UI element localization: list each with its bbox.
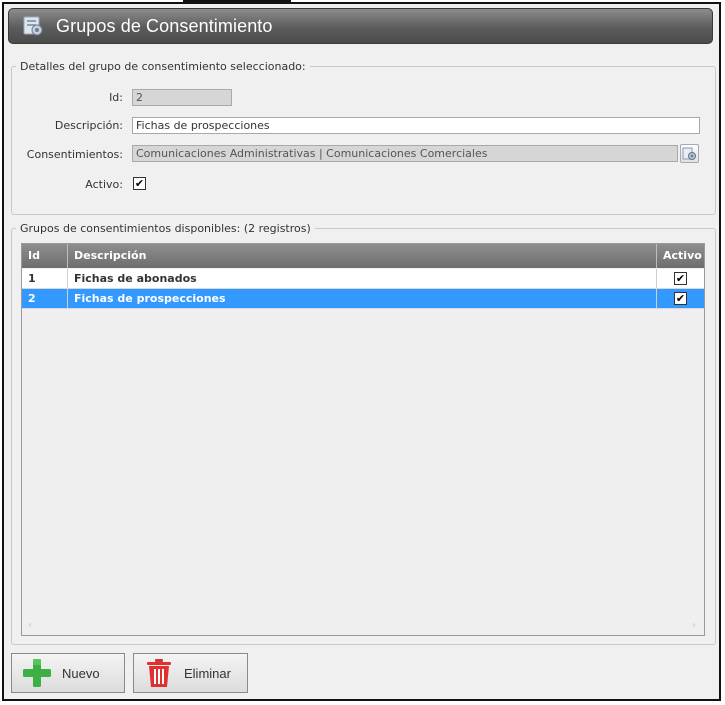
- cell-descripcion: Fichas de prospecciones: [68, 289, 657, 308]
- id-field[interactable]: 2: [132, 89, 232, 106]
- plus-icon: [23, 659, 51, 687]
- consentimientos-label: Consentimientos:: [26, 148, 123, 161]
- groups-table: Id Descripción Activo 1 Fichas de abonad…: [21, 243, 705, 636]
- scroll-right-arrow-icon[interactable]: ›: [692, 620, 696, 631]
- cell-descripcion: Fichas de abonados: [68, 269, 657, 288]
- title-bar: Grupos de Consentimiento: [8, 8, 713, 44]
- grid-legend: Grupos de consentimientos disponibles: (…: [20, 222, 311, 235]
- consentimientos-picker-button[interactable]: [680, 144, 699, 163]
- cell-id: 1: [22, 269, 68, 288]
- scroll-left-arrow-icon[interactable]: ‹: [28, 620, 32, 631]
- table-row[interactable]: 1 Fichas de abonados ✔: [22, 269, 704, 289]
- details-legend: Detalles del grupo de consentimiento sel…: [20, 60, 306, 73]
- consentimientos-field[interactable]: Comunicaciones Administrativas | Comunic…: [132, 145, 678, 162]
- trash-icon: [147, 659, 171, 687]
- column-header-descripcion[interactable]: Descripción: [68, 244, 657, 268]
- consent-group-icon: [23, 16, 43, 36]
- cell-id: 2: [22, 289, 68, 308]
- descripcion-label: Descripción:: [54, 119, 123, 132]
- activo-label: Activo:: [85, 178, 123, 191]
- eliminar-label: Eliminar: [184, 665, 231, 681]
- nuevo-button[interactable]: Nuevo: [11, 653, 125, 693]
- table-row-selected[interactable]: 2 Fichas de prospecciones ✔: [22, 289, 704, 309]
- eliminar-button[interactable]: Eliminar: [133, 653, 248, 693]
- activo-checkbox[interactable]: ✔: [133, 177, 146, 190]
- row-activo-checkbox[interactable]: ✔: [674, 272, 687, 285]
- id-label: Id:: [109, 91, 123, 104]
- table-header: Id Descripción Activo: [22, 244, 704, 268]
- row-activo-checkbox[interactable]: ✔: [674, 292, 687, 305]
- descripcion-field[interactable]: Fichas de prospecciones: [132, 117, 700, 134]
- gear-picker-icon: [682, 147, 696, 160]
- details-group: Detalles del grupo de consentimiento sel…: [11, 60, 716, 215]
- column-header-activo[interactable]: Activo: [657, 244, 704, 268]
- nuevo-label: Nuevo: [62, 665, 100, 681]
- column-header-id[interactable]: Id: [22, 244, 68, 268]
- cell-activo: ✔: [657, 269, 704, 288]
- cell-activo: ✔: [657, 289, 704, 308]
- window-title: Grupos de Consentimiento: [56, 15, 273, 36]
